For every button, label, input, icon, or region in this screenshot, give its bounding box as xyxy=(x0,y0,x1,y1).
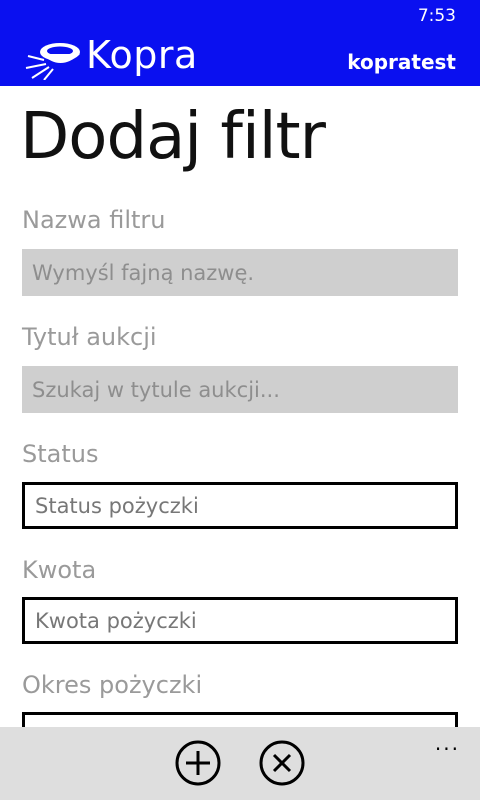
status-label: Status xyxy=(22,440,99,468)
clock: 7:53 xyxy=(417,6,456,26)
auction-title-label: Tytuł aukcji xyxy=(22,323,157,351)
amount-select[interactable]: Kwota pożyczki xyxy=(22,597,458,644)
user-name[interactable]: kopratest xyxy=(347,50,456,74)
page-title: Dodaj filtr xyxy=(20,100,326,174)
loan-period-label: Okres pożyczki xyxy=(22,671,203,699)
cancel-button[interactable] xyxy=(258,739,306,787)
kopra-logo-icon xyxy=(25,43,80,80)
filter-name-label: Nazwa filtru xyxy=(22,206,166,234)
filter-name-input[interactable]: Wymyśl fajną nazwę. xyxy=(22,249,458,296)
status-select[interactable]: Status pożyczki xyxy=(22,482,458,529)
app-title: Kopra xyxy=(86,33,198,77)
auction-title-input[interactable]: Szukaj w tytule aukcji... xyxy=(22,366,458,413)
app-bar: ... xyxy=(0,727,480,800)
add-button[interactable] xyxy=(174,739,222,787)
app-header: Kopra kopratest xyxy=(0,32,480,86)
amount-label: Kwota xyxy=(22,556,97,584)
more-options-button[interactable]: ... xyxy=(435,731,460,755)
status-bar: 7:53 xyxy=(0,0,480,32)
